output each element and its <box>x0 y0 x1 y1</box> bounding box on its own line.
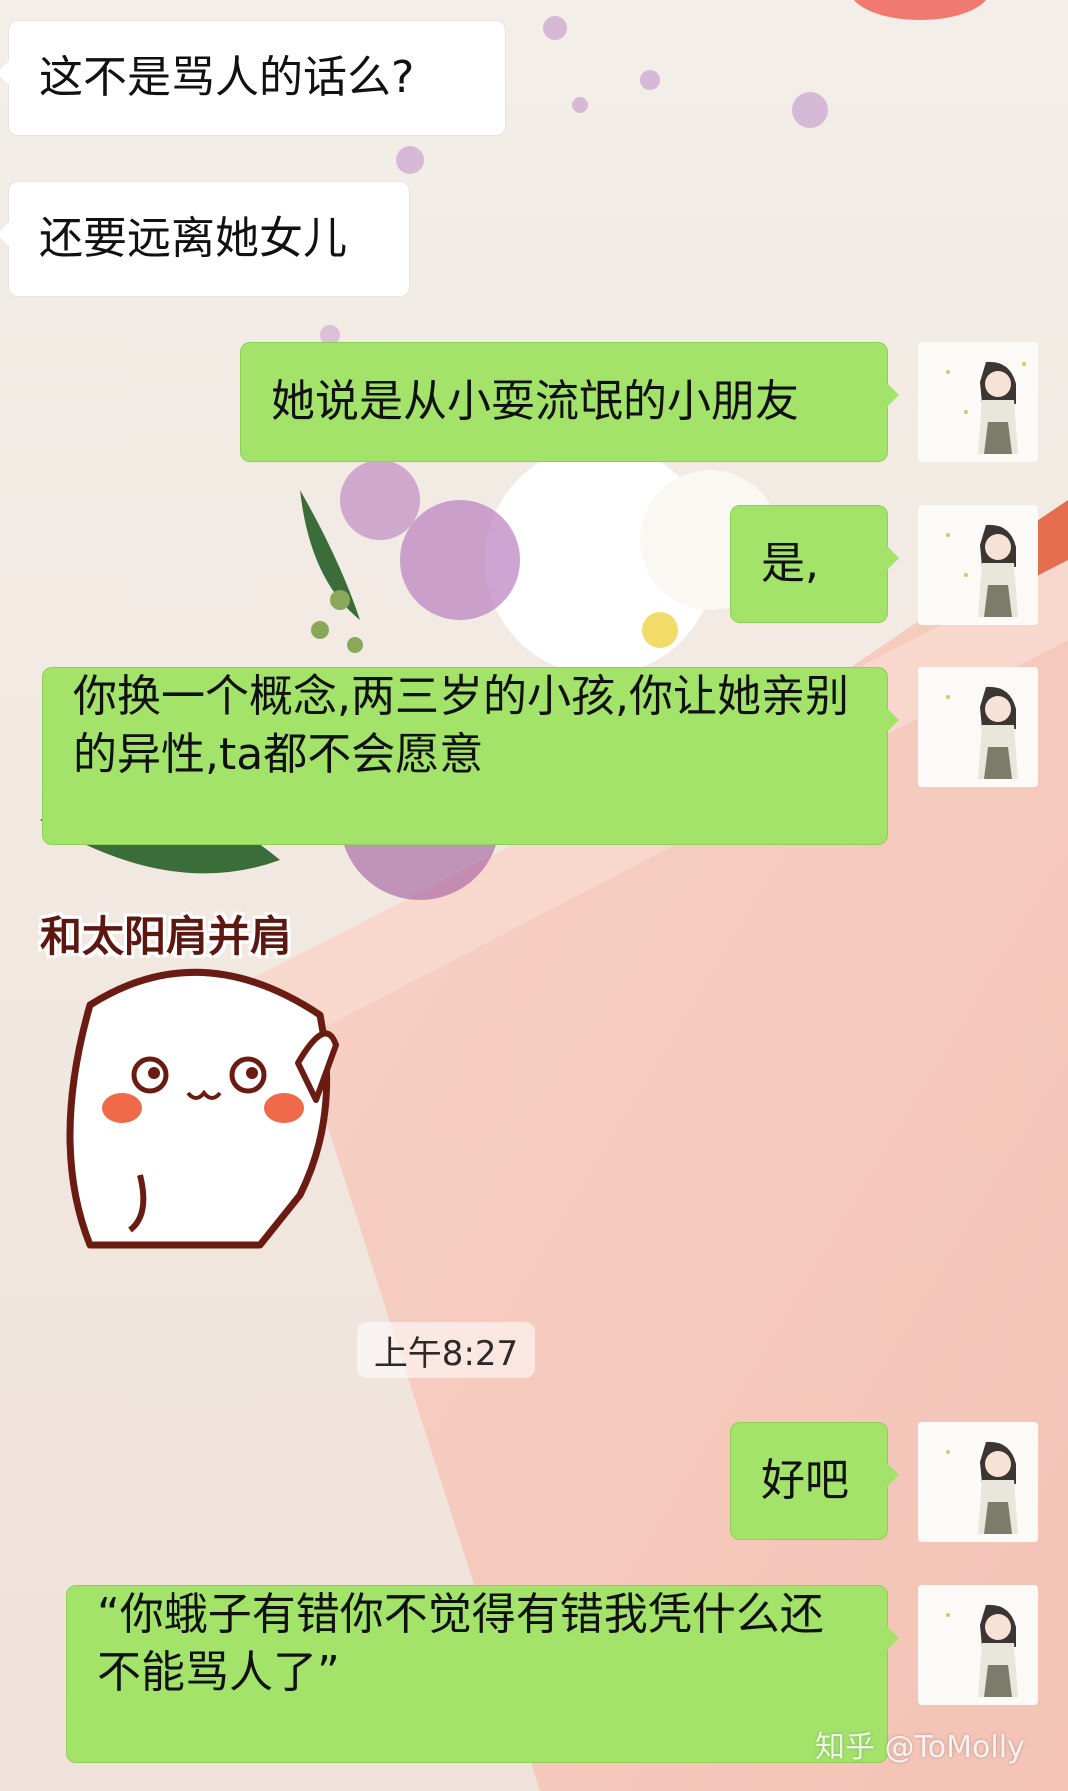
user-avatar[interactable] <box>918 1422 1038 1542</box>
message-text: “你蛾子有错你不觉得有错我凭什么还不能骂人了” <box>97 1589 824 1698</box>
received-message[interactable]: 这不是骂人的话么? <box>0 20 506 136</box>
sent-message[interactable]: 你换一个概念,两三岁的小孩,你让她亲别的异性,ta都不会愿意 <box>42 667 899 845</box>
sent-message[interactable]: 她说是从小耍流氓的小朋友 <box>240 342 899 462</box>
sticker-message[interactable]: 和太阳肩并肩 <box>30 895 360 1255</box>
message-text: 是, <box>761 538 819 589</box>
sent-message[interactable]: 是, <box>730 505 899 623</box>
sent-message[interactable]: 好吧 <box>730 1422 899 1540</box>
avatar-girl-icon <box>918 505 1038 625</box>
user-avatar[interactable] <box>918 1585 1038 1705</box>
message-text: 她说是从小耍流氓的小朋友 <box>271 376 799 427</box>
received-message[interactable]: 还要远离她女儿 <box>0 181 410 297</box>
message-text: 这不是骂人的话么? <box>39 52 415 103</box>
user-avatar[interactable] <box>918 342 1038 462</box>
message-text: 好吧 <box>761 1455 849 1506</box>
sticker-caption: 和太阳肩并肩 <box>40 912 293 961</box>
avatar-girl-icon <box>918 1585 1038 1705</box>
avatar-girl-icon <box>918 1422 1038 1542</box>
user-avatar[interactable] <box>918 505 1038 625</box>
watermark: 知乎 @ToMolly <box>815 1730 1025 1765</box>
avatar-girl-icon <box>918 667 1038 787</box>
avatar-girl-icon <box>918 342 1038 462</box>
message-text: 你换一个概念,两三岁的小孩,你让她亲别的异性,ta都不会愿意 <box>73 671 849 780</box>
message-text: 还要远离她女儿 <box>39 213 347 264</box>
user-avatar[interactable] <box>918 667 1038 787</box>
message-timestamp: 上午8:27 <box>357 1322 535 1378</box>
sent-message[interactable]: “你蛾子有错你不觉得有错我凭什么还不能骂人了” <box>66 1585 899 1763</box>
